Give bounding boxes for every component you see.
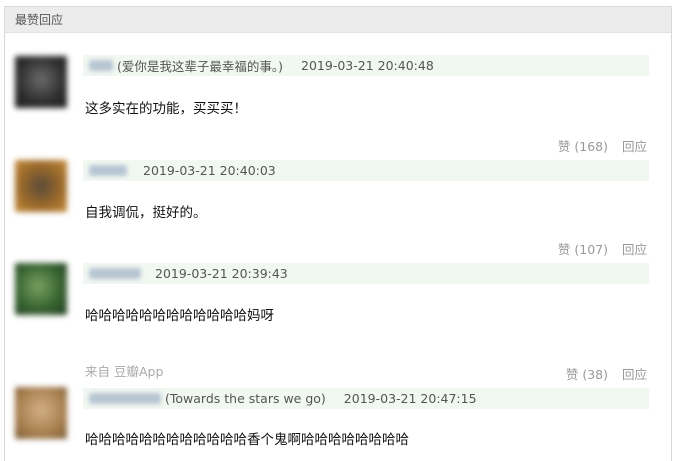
comment-timestamp: 2019-03-21 20:40:48 xyxy=(301,58,434,73)
username[interactable] xyxy=(89,268,141,279)
user-signature: (Towards the stars we go) xyxy=(165,391,326,406)
comment-meta: (Towards the stars we go) 2019-03-21 20:… xyxy=(83,388,649,409)
username[interactable] xyxy=(89,165,127,176)
avatar[interactable] xyxy=(15,160,67,212)
like-button[interactable]: 赞 (168) xyxy=(558,136,608,155)
section-title: 最赞回应 xyxy=(5,7,671,33)
reply-button[interactable]: 回应 xyxy=(622,239,647,258)
comment-actions: 赞 (107) 回应 xyxy=(558,239,647,258)
comment-timestamp: 2019-03-21 20:40:03 xyxy=(143,163,276,178)
avatar[interactable] xyxy=(15,387,67,439)
comment-text: 这多实在的功能，买买买！ xyxy=(85,101,247,117)
username[interactable] xyxy=(89,60,113,71)
comment-meta: 2019-03-21 20:40:03 xyxy=(83,160,649,181)
comment-text: 哈哈哈哈哈哈哈哈哈哈哈哈香个鬼啊哈哈哈哈哈哈哈哈 xyxy=(85,432,409,448)
reply-button[interactable]: 回应 xyxy=(622,364,647,383)
comment-meta: 2019-03-21 20:39:43 xyxy=(83,263,649,284)
user-signature: (爱你是我这辈子最幸福的事。) xyxy=(117,59,284,74)
avatar[interactable] xyxy=(15,56,67,108)
comments-panel: 最赞回应 (爱你是我这辈子最幸福的事。) 2019-03-21 20:40:48… xyxy=(4,6,672,461)
comment-meta: (爱你是我这辈子最幸福的事。) 2019-03-21 20:40:48 xyxy=(83,55,649,76)
reply-button[interactable]: 回应 xyxy=(622,136,647,155)
comment-source: 来自 豆瓣App xyxy=(85,364,164,379)
comment-actions: 赞 (168) 回应 xyxy=(558,136,647,155)
like-button[interactable]: 赞 (38) xyxy=(566,364,608,383)
comment-timestamp: 2019-03-21 20:39:43 xyxy=(155,266,288,281)
comment-text: 哈哈哈哈哈哈哈哈哈哈哈哈妈呀 xyxy=(85,308,274,324)
like-button[interactable]: 赞 (107) xyxy=(558,239,608,258)
comment-timestamp: 2019-03-21 20:47:15 xyxy=(343,391,477,406)
avatar[interactable] xyxy=(15,263,67,315)
comment-actions: 赞 (38) 回应 xyxy=(566,364,647,383)
username[interactable] xyxy=(89,393,161,404)
comment-text: 自我调侃，挺好的。 xyxy=(85,205,207,221)
